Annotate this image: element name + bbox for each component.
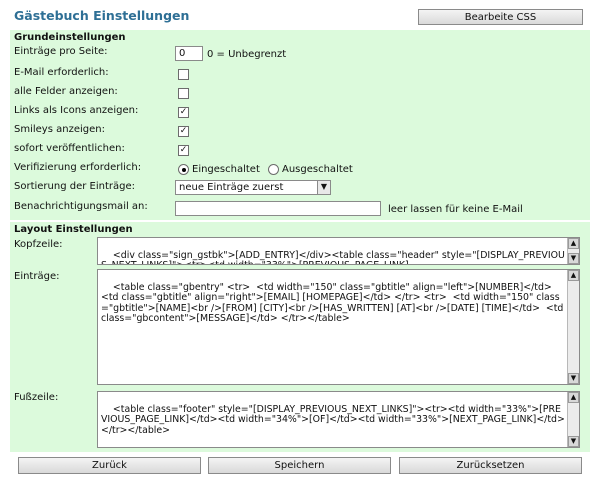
entries-template-label: Einträge:	[14, 271, 60, 282]
basic-settings-title: Grundeinstellungen	[14, 32, 126, 43]
verify-off-radio[interactable]	[268, 164, 279, 175]
verify-off-label: Ausgeschaltet	[282, 164, 353, 175]
verify-label: Verifizierung erforderlich:	[14, 162, 142, 173]
scroll-down-icon[interactable]: ▼	[568, 436, 579, 447]
reset-button[interactable]: Zurücksetzen	[399, 457, 582, 474]
email-required-checkbox[interactable]	[178, 69, 189, 80]
entries-per-page-label: Einträge pro Seite:	[14, 46, 108, 57]
entries-template-textarea[interactable]: <table class="gbentry" <tr> <td width="1…	[97, 269, 580, 385]
entries-per-page-input[interactable]: 0	[175, 46, 203, 61]
footer-template-text: <table class="footer" style="[DISPLAY_PR…	[101, 403, 565, 436]
sort-select-value: neue Einträge zuerst	[179, 182, 284, 193]
entries-template-text: <table class="gbentry" <tr> <td width="1…	[101, 281, 567, 325]
publish-label: sofort veröffentlichen:	[14, 143, 125, 154]
notify-email-input[interactable]	[175, 201, 381, 216]
links-icons-checkbox[interactable]: ✓	[178, 107, 189, 118]
header-template-label: Kopfzeile:	[14, 239, 63, 250]
chevron-down-icon[interactable]: ▼	[317, 181, 330, 194]
edit-css-button[interactable]: Bearbeite CSS	[418, 9, 583, 25]
notify-label: Benachrichtigungsmail an:	[14, 201, 148, 212]
smileys-label: Smileys anzeigen:	[14, 124, 105, 135]
all-fields-label: alle Felder anzeigen:	[14, 86, 118, 97]
sort-label: Sortierung der Einträge:	[14, 181, 135, 192]
entries-template-scrollbar[interactable]: ▲ ▼	[567, 270, 579, 384]
sort-select[interactable]: neue Einträge zuerst ▼	[175, 180, 331, 195]
scroll-down-icon[interactable]: ▼	[568, 253, 579, 264]
header-template-scrollbar[interactable]: ▲ ▼	[567, 238, 579, 264]
scroll-up-icon[interactable]: ▲	[568, 392, 579, 403]
entries-per-page-hint: 0 = Unbegrenzt	[207, 49, 287, 60]
verify-on-radio[interactable]	[178, 164, 189, 175]
footer-template-textarea[interactable]: <table class="footer" style="[DISPLAY_PR…	[97, 391, 580, 448]
footer-template-label: Fußzeile:	[14, 392, 59, 403]
scroll-down-icon[interactable]: ▼	[568, 373, 579, 384]
footer-template-scrollbar[interactable]: ▲ ▼	[567, 392, 579, 447]
layout-settings-panel: Layout Einstellungen Kopfzeile: <div cla…	[10, 222, 590, 452]
links-icons-label: Links als Icons anzeigen:	[14, 105, 139, 116]
scroll-up-icon[interactable]: ▲	[568, 238, 579, 249]
scroll-up-icon[interactable]: ▲	[568, 270, 579, 281]
header-template-textarea[interactable]: <div class="sign_gstbk">[ADD_ENTRY]</div…	[97, 237, 580, 265]
verify-on-label: Eingeschaltet	[192, 164, 260, 175]
back-button[interactable]: Zurück	[18, 457, 201, 474]
publish-checkbox[interactable]: ✓	[178, 145, 189, 156]
save-button[interactable]: Speichern	[208, 457, 391, 474]
email-required-label: E-Mail erforderlich:	[14, 67, 109, 78]
notify-hint: leer lassen für keine E-Mail	[388, 204, 523, 215]
smileys-checkbox[interactable]: ✓	[178, 126, 189, 137]
page-title: Gästebuch Einstellungen	[14, 8, 190, 23]
basic-settings-panel: Grundeinstellungen Einträge pro Seite: 0…	[10, 30, 590, 220]
all-fields-checkbox[interactable]	[178, 88, 189, 99]
header-template-text: <div class="sign_gstbk">[ADD_ENTRY]</div…	[101, 249, 565, 264]
page-header: Gästebuch Einstellungen Bearbeite CSS	[0, 0, 600, 30]
layout-settings-title: Layout Einstellungen	[14, 224, 133, 235]
